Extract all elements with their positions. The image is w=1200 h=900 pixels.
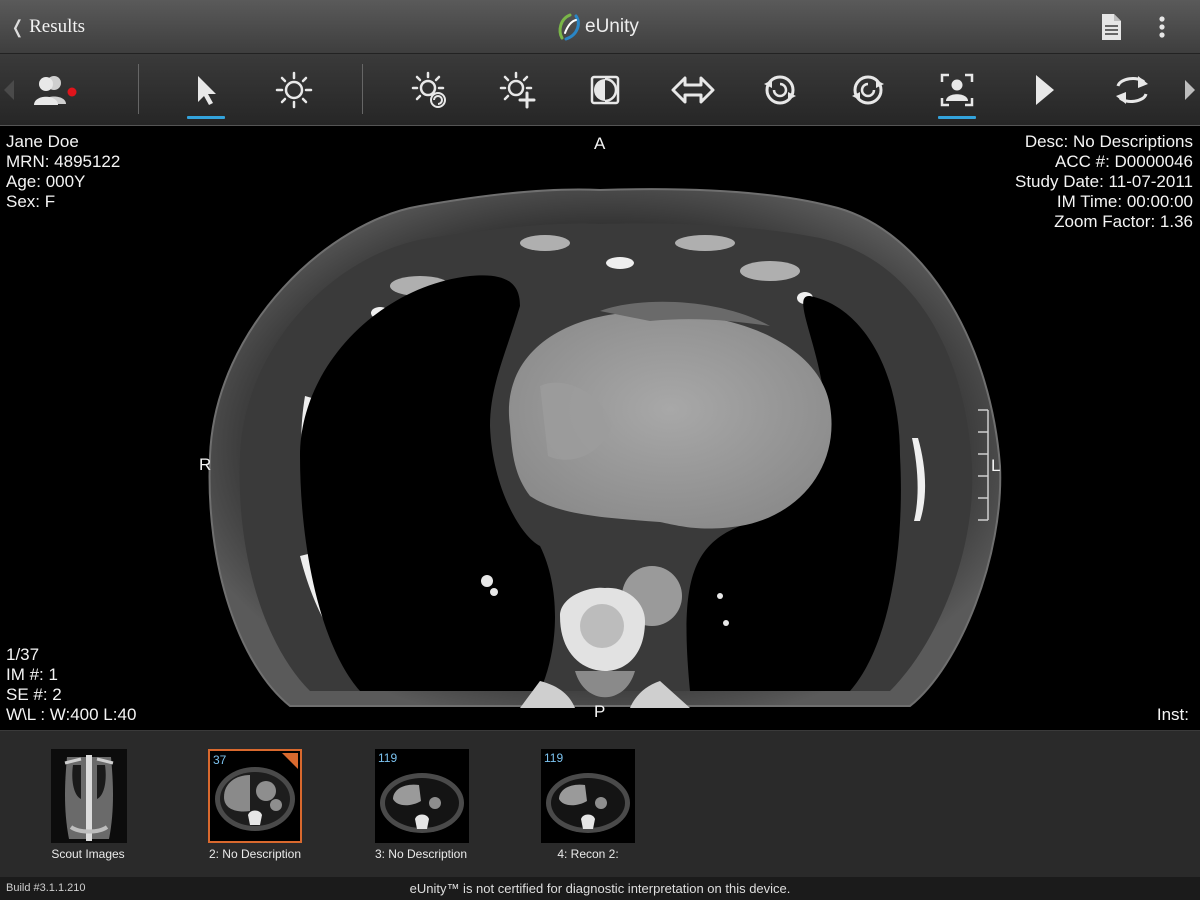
series-thumbnail-3[interactable]: 119 3: No Description xyxy=(356,749,486,869)
series-image-count: 119 xyxy=(544,751,564,765)
back-button-label: Results xyxy=(29,16,86,37)
window-level-readout: W\L : W:400 L:40 xyxy=(6,705,137,724)
document-icon xyxy=(1102,14,1121,40)
scout-preview-icon xyxy=(51,749,127,843)
sync-tool-button[interactable] xyxy=(1106,64,1158,116)
status-footer: Build #3.1.1.210 eUnity™ is not certifie… xyxy=(0,877,1200,900)
top-app-bar: ❬ Results eUnity xyxy=(0,0,1200,54)
logo-text: eUnity xyxy=(585,16,639,37)
image-number: IM #: 1 xyxy=(6,665,58,684)
pan-icon xyxy=(671,76,715,104)
zoom-factor: Zoom Factor: 1.36 xyxy=(1054,212,1193,231)
series-number: SE #: 2 xyxy=(6,685,62,704)
rotate-left-tool-button[interactable] xyxy=(754,64,806,116)
series-filmstrip: Scout Images 37 2: No Description 119 3:… xyxy=(0,730,1200,877)
patient-info-overlay: Jane Doe MRN: 4895122 Age: 000Y Sex: F xyxy=(6,132,120,212)
orientation-top: A xyxy=(594,134,606,153)
rotate-cw-icon xyxy=(852,75,884,105)
scroll-right-arrow-icon[interactable] xyxy=(1183,78,1197,102)
fit-to-screen-icon xyxy=(940,73,974,107)
pointer-tool-button[interactable] xyxy=(180,64,232,119)
toolbar-divider xyxy=(362,64,363,114)
series-image-count: 37 xyxy=(213,753,227,767)
series-thumbnail-image: 119 xyxy=(375,749,469,843)
image-info-overlay: 1/37 IM #: 1 SE #: 2 W\L : W:400 L:40 xyxy=(6,645,136,725)
diagnostic-disclaimer: eUnity™ is not certified for diagnostic … xyxy=(409,881,791,896)
institution-label: Inst: xyxy=(1156,705,1189,724)
series-thumbnail-image: 37 xyxy=(208,749,302,843)
image-time: IM Time: 00:00:00 xyxy=(1056,192,1193,211)
window-level-icon xyxy=(275,71,313,109)
tool-toolbar xyxy=(0,54,1200,126)
window-level-add-tool-button[interactable] xyxy=(492,64,544,116)
pan-tool-button[interactable] xyxy=(667,64,719,116)
rotate-right-tool-button[interactable] xyxy=(842,64,894,116)
scroll-left-arrow-icon[interactable] xyxy=(2,78,16,102)
patient-age: Age: 000Y xyxy=(6,172,86,191)
active-indicator xyxy=(938,116,976,119)
pointer-icon xyxy=(198,76,216,105)
series-thumbnail-scout[interactable]: Scout Images xyxy=(23,749,153,869)
chevron-left-icon: ❬ xyxy=(10,16,26,37)
patient-name: Jane Doe xyxy=(6,132,79,151)
invert-icon xyxy=(590,75,620,105)
study-info-overlay: Desc: No Descriptions ACC #: D0000046 St… xyxy=(1015,132,1193,232)
series-thumbnail-image: 119 xyxy=(541,749,635,843)
series-thumbnail-image xyxy=(51,749,127,843)
window-level-rotate-icon xyxy=(411,71,446,108)
series-label: Scout Images xyxy=(51,847,125,861)
series-thumbnail-4[interactable]: 119 4: Recon 2: xyxy=(523,749,653,869)
app-logo: eUnity xyxy=(556,10,639,44)
cine-play-tool-button[interactable] xyxy=(1018,64,1070,116)
patients-tool-button[interactable] xyxy=(26,64,78,116)
overflow-menu-button[interactable] xyxy=(1150,12,1174,42)
toolbar-divider xyxy=(138,64,139,114)
accession-number: ACC #: D0000046 xyxy=(1055,152,1193,171)
more-vertical-icon xyxy=(1159,16,1165,38)
image-viewport[interactable]: Jane Doe MRN: 4895122 Age: 000Y Sex: F D… xyxy=(0,126,1200,730)
series-label: 4: Recon 2: xyxy=(557,847,619,861)
orientation-bottom: P xyxy=(594,702,606,721)
orientation-right: L xyxy=(991,456,1001,475)
study-date: Study Date: 11-07-2011 xyxy=(1015,172,1193,191)
cine-play-icon xyxy=(1036,75,1054,105)
eunity-logo-icon xyxy=(558,13,580,41)
active-indicator xyxy=(187,116,225,119)
back-button[interactable]: ❬ Results xyxy=(4,12,91,42)
window-level-preset-tool-button[interactable] xyxy=(404,64,456,116)
sync-icon xyxy=(1116,76,1148,104)
patient-mrn: MRN: 4895122 xyxy=(6,152,121,171)
patient-sex: Sex: F xyxy=(6,192,56,211)
invert-tool-button[interactable] xyxy=(579,64,631,116)
study-description: Desc: No Descriptions xyxy=(1024,132,1193,151)
orientation-left: R xyxy=(199,455,212,474)
image-index: 1/37 xyxy=(6,645,40,664)
window-level-add-icon xyxy=(499,71,536,109)
rotate-ccw-icon xyxy=(764,75,796,105)
series-image-count: 119 xyxy=(378,751,398,765)
report-button[interactable] xyxy=(1096,12,1126,42)
patients-icon xyxy=(34,76,77,105)
window-level-tool-button[interactable] xyxy=(268,64,320,116)
series-label: 2: No Description xyxy=(208,847,302,861)
series-thumbnail-2[interactable]: 37 2: No Description xyxy=(190,749,320,869)
fit-to-screen-tool-button[interactable] xyxy=(931,64,983,119)
series-label: 3: No Description xyxy=(374,847,468,861)
